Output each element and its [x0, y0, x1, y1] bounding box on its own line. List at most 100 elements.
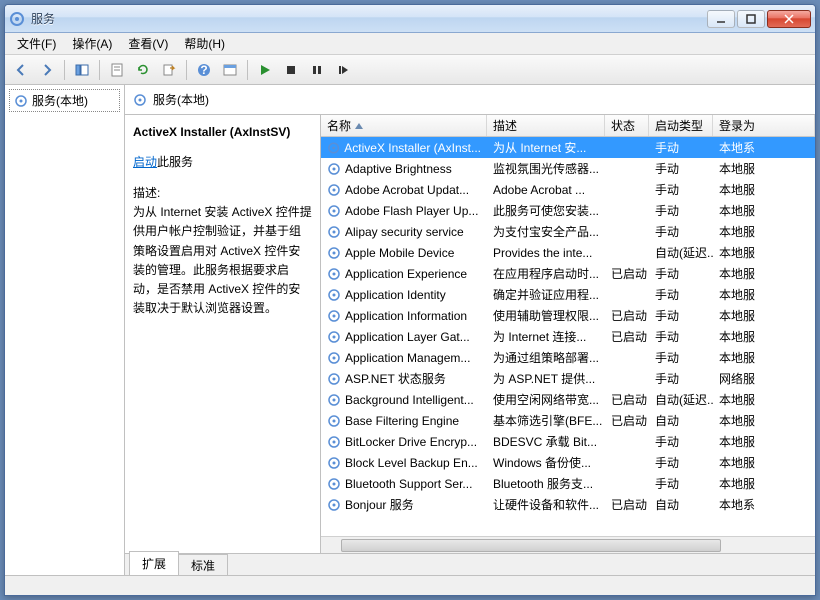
tab-strip: 扩展 标准 — [125, 553, 815, 575]
cell-logon: 本地服 — [713, 452, 815, 473]
service-row[interactable]: Apple Mobile DeviceProvides the inte...自… — [321, 242, 815, 263]
services-window: 服务 文件(F) 操作(A) 查看(V) 帮助(H) ? — [4, 4, 816, 596]
col-logon[interactable]: 登录为 — [713, 115, 815, 136]
service-row[interactable]: Adobe Flash Player Up...此服务可使您安装...手动本地服 — [321, 200, 815, 221]
cell-name: Block Level Backup En... — [321, 454, 487, 472]
cell-name: Adobe Flash Player Up... — [321, 202, 487, 220]
scrollbar-thumb[interactable] — [341, 539, 721, 552]
col-desc[interactable]: 描述 — [487, 115, 605, 136]
cell-status — [605, 167, 649, 171]
menu-view[interactable]: 查看(V) — [120, 33, 176, 54]
cell-name: Base Filtering Engine — [321, 412, 487, 430]
detail-desc: 描述: 为从 Internet 安装 ActiveX 控件提供用户帐户控制验证，… — [133, 184, 312, 318]
detail-pane: ActiveX Installer (AxInstSV) 启动此服务 描述: 为… — [125, 115, 321, 553]
cell-startup: 自动(延迟... — [649, 242, 713, 263]
service-row[interactable]: Base Filtering Engine基本筛选引擎(BFE...已启动自动本… — [321, 410, 815, 431]
forward-button[interactable] — [35, 58, 59, 82]
stop-service-button[interactable] — [279, 58, 303, 82]
cell-startup: 自动 — [649, 410, 713, 431]
show-hide-action-button[interactable] — [218, 58, 242, 82]
cell-name: Apple Mobile Device — [321, 244, 487, 262]
properties-button[interactable] — [105, 58, 129, 82]
desc-label: 描述: — [133, 184, 312, 203]
service-row[interactable]: Application Information使用辅助管理权限...已启动手动本… — [321, 305, 815, 326]
cell-desc: 让硬件设备和软件... — [487, 494, 605, 515]
close-button[interactable] — [767, 10, 811, 28]
service-row[interactable]: ActiveX Installer (AxInst...为从 Internet … — [321, 137, 815, 158]
service-row[interactable]: Application Identity确定并验证应用程...手动本地服 — [321, 284, 815, 305]
gear-icon — [327, 267, 341, 281]
service-row[interactable]: BitLocker Drive Encryp...BDESVC 承载 Bit..… — [321, 431, 815, 452]
horizontal-scrollbar[interactable] — [321, 536, 815, 553]
statusbar — [5, 575, 815, 595]
cell-desc: 为支付宝安全产品... — [487, 221, 605, 242]
titlebar[interactable]: 服务 — [5, 5, 815, 33]
service-row[interactable]: Adobe Acrobat Updat...Adobe Acrobat ...手… — [321, 179, 815, 200]
split: ActiveX Installer (AxInstSV) 启动此服务 描述: 为… — [125, 115, 815, 553]
tree-root-label: 服务(本地) — [32, 92, 88, 109]
cell-status — [605, 356, 649, 360]
service-rows[interactable]: ActiveX Installer (AxInst...为从 Internet … — [321, 137, 815, 536]
col-name[interactable]: 名称 — [321, 115, 487, 136]
menu-help[interactable]: 帮助(H) — [176, 33, 233, 54]
gear-icon — [327, 162, 341, 176]
tab-standard[interactable]: 标准 — [178, 554, 228, 575]
body: 服务(本地) 服务(本地) ActiveX Installer (AxInstS… — [5, 85, 815, 575]
col-startup[interactable]: 启动类型 — [649, 115, 713, 136]
gear-icon — [327, 204, 341, 218]
cell-desc: 监视氛围光传感器... — [487, 158, 605, 179]
cell-desc: 使用空闲网络带宽... — [487, 389, 605, 410]
cell-logon: 本地服 — [713, 305, 815, 326]
service-row[interactable]: Application Layer Gat...为 Internet 连接...… — [321, 326, 815, 347]
cell-startup: 手动 — [649, 179, 713, 200]
start-link[interactable]: 启动 — [133, 155, 157, 169]
service-row[interactable]: Bonjour 服务让硬件设备和软件...已启动自动本地系 — [321, 494, 815, 515]
service-row[interactable]: Application Managem...为通过组策略部署...手动本地服 — [321, 347, 815, 368]
export-button[interactable] — [157, 58, 181, 82]
cell-startup: 自动(延迟... — [649, 389, 713, 410]
service-row[interactable]: Bluetooth Support Ser...Bluetooth 服务支...… — [321, 473, 815, 494]
cell-desc: 为 Internet 连接... — [487, 326, 605, 347]
service-row[interactable]: Alipay security service为支付宝安全产品...手动本地服 — [321, 221, 815, 242]
service-row[interactable]: Application Experience在应用程序启动时...已启动手动本地… — [321, 263, 815, 284]
gear-icon — [327, 456, 341, 470]
help-button[interactable]: ? — [192, 58, 216, 82]
cell-startup: 手动 — [649, 137, 713, 158]
cell-status: 已启动 — [605, 263, 649, 284]
restart-service-button[interactable] — [331, 58, 355, 82]
minimize-button[interactable] — [707, 10, 735, 28]
gear-icon — [327, 477, 341, 491]
cell-status — [605, 440, 649, 444]
cell-name: ActiveX Installer (AxInst... — [321, 139, 487, 157]
back-button[interactable] — [9, 58, 33, 82]
cell-logon: 本地服 — [713, 242, 815, 263]
gear-icon — [133, 93, 147, 107]
service-row[interactable]: Block Level Backup En...Windows 备份使...手动… — [321, 452, 815, 473]
col-status[interactable]: 状态 — [605, 115, 649, 136]
maximize-button[interactable] — [737, 10, 765, 28]
cell-startup: 手动 — [649, 326, 713, 347]
tree-root[interactable]: 服务(本地) — [9, 89, 120, 112]
menu-file[interactable]: 文件(F) — [9, 33, 64, 54]
pause-service-button[interactable] — [305, 58, 329, 82]
cell-status — [605, 482, 649, 486]
refresh-button[interactable] — [131, 58, 155, 82]
cell-logon: 本地服 — [713, 347, 815, 368]
tab-extended[interactable]: 扩展 — [129, 551, 179, 575]
cell-desc: 为从 Internet 安... — [487, 137, 605, 158]
service-row[interactable]: Background Intelligent...使用空闲网络带宽...已启动自… — [321, 389, 815, 410]
cell-name: Application Identity — [321, 286, 487, 304]
show-hide-tree-button[interactable] — [70, 58, 94, 82]
service-row[interactable]: ASP.NET 状态服务为 ASP.NET 提供...手动网络服 — [321, 368, 815, 389]
gear-icon — [327, 246, 341, 260]
cell-startup: 手动 — [649, 473, 713, 494]
main-header: 服务(本地) — [125, 85, 815, 115]
menu-action[interactable]: 操作(A) — [64, 33, 120, 54]
main-header-label: 服务(本地) — [153, 91, 209, 108]
tree-pane[interactable]: 服务(本地) — [5, 85, 125, 575]
start-service-button[interactable] — [253, 58, 277, 82]
gear-icon — [327, 225, 341, 239]
cell-status: 已启动 — [605, 305, 649, 326]
gear-icon — [327, 288, 341, 302]
service-row[interactable]: Adaptive Brightness监视氛围光传感器...手动本地服 — [321, 158, 815, 179]
